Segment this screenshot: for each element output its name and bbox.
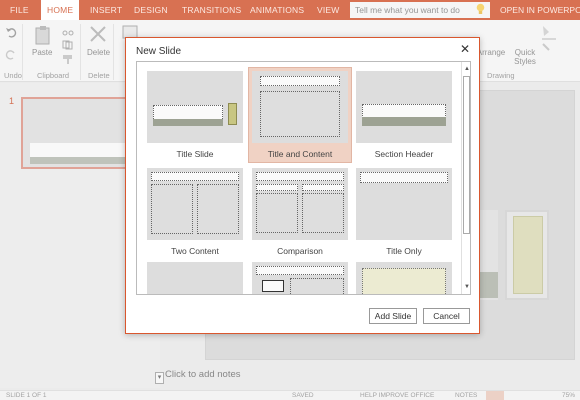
scroll-up-icon[interactable]: ▲ bbox=[463, 64, 470, 74]
content-placeholder bbox=[302, 193, 344, 233]
close-icon[interactable]: ✕ bbox=[459, 42, 471, 56]
gallery-scrollbar[interactable]: ▲ ▼ bbox=[461, 62, 470, 294]
layout-thumbnail bbox=[356, 262, 452, 294]
layout-thumbnail bbox=[356, 168, 452, 240]
title-placeholder bbox=[260, 76, 340, 86]
layout-caption: Title and Content bbox=[267, 149, 333, 159]
title-placeholder bbox=[360, 172, 448, 183]
picture-placeholder bbox=[362, 268, 446, 294]
layout-caption: Two Content bbox=[171, 246, 219, 256]
layout-caption: Title Only bbox=[386, 246, 422, 256]
layout-gallery: Title Slide Title and Content Section He… bbox=[136, 61, 471, 295]
picture-placeholder bbox=[262, 280, 284, 292]
accent-band bbox=[362, 117, 446, 126]
layout-caption: Title Slide bbox=[176, 149, 214, 159]
layout-thumbnail bbox=[356, 71, 452, 143]
heading-placeholder bbox=[302, 184, 344, 191]
scroll-down-icon[interactable]: ▼ bbox=[463, 282, 470, 292]
title-placeholder bbox=[256, 266, 344, 275]
layout-thumbnail bbox=[147, 168, 243, 240]
layout-thumbnail bbox=[252, 71, 348, 143]
layout-thumbnail bbox=[147, 71, 243, 143]
dialog-title: New Slide bbox=[136, 46, 182, 57]
cancel-button[interactable]: Cancel bbox=[423, 308, 470, 324]
layout-thumbnail bbox=[252, 168, 348, 240]
accent-band bbox=[153, 119, 223, 126]
content-placeholder bbox=[260, 91, 340, 137]
layout-thumbnail bbox=[252, 262, 348, 294]
layout-caption: Section Header bbox=[374, 149, 434, 159]
add-slide-button[interactable]: Add Slide bbox=[369, 308, 417, 324]
content-placeholder bbox=[151, 184, 193, 234]
content-placeholder bbox=[256, 193, 298, 233]
scrollbar-thumb[interactable] bbox=[463, 76, 470, 234]
heading-placeholder bbox=[256, 184, 298, 191]
layout-thumbnail bbox=[147, 262, 243, 294]
accent-block bbox=[228, 103, 237, 125]
title-placeholder bbox=[151, 172, 239, 181]
title-placeholder bbox=[256, 172, 344, 181]
new-slide-dialog: New Slide ✕ Title Slide Title and Conten… bbox=[125, 37, 480, 334]
content-placeholder bbox=[290, 278, 344, 294]
title-placeholder bbox=[362, 104, 446, 118]
content-placeholder bbox=[197, 184, 239, 234]
layout-caption: Comparison bbox=[277, 246, 323, 256]
